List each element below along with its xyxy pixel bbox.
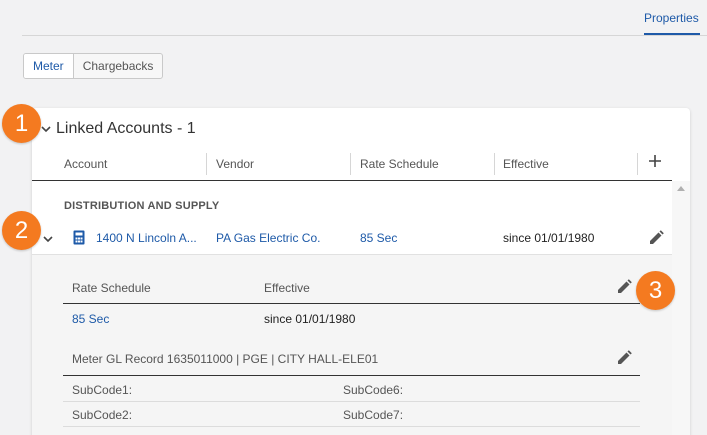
vertical-scrollbar[interactable] [672,181,690,435]
rate-schedule-link[interactable]: 85 Sec [360,231,397,245]
chevron-down-icon[interactable] [42,233,54,245]
pencil-icon[interactable] [648,230,664,246]
subcode-row-divider [63,426,640,427]
top-tab-bar: Properties [0,0,707,36]
column-separator [206,153,207,175]
column-header-rate-schedule[interactable]: Rate Schedule [360,153,439,181]
step-badge-2: 2 [2,211,41,250]
table-row[interactable]: 1400 N Lincoln A... PA Gas Electric Co. … [32,221,672,255]
subcode6-label: SubCode6: [343,383,404,397]
column-header-effective[interactable]: Effective [503,153,549,181]
detail-rate-schedule-link[interactable]: 85 Sec [72,312,109,326]
subcode2-label: SubCode2: [72,408,133,422]
pencil-icon[interactable] [616,279,632,295]
column-separator [637,153,638,175]
tab-properties[interactable]: Properties [644,11,699,25]
detail-effective-value: since 01/01/1980 [264,312,356,326]
gl-record-title: Meter GL Record 1635011000 | PGE | CITY … [72,352,379,366]
meter-segment-button[interactable]: Meter [24,54,74,78]
calculator-icon [73,230,85,245]
step-badge-1: 1 [2,104,41,143]
scroll-up-icon[interactable] [677,186,685,191]
chevron-down-icon[interactable] [39,122,53,136]
account-link[interactable]: 1400 N Lincoln A... [96,231,197,245]
group-label: DISTRIBUTION AND SUPPLY [64,200,220,212]
column-header-vendor[interactable]: Vendor [216,153,254,181]
tab-bar-divider [22,35,707,36]
tab-active-indicator [644,33,700,35]
card-title: Linked Accounts - 1 [56,120,196,137]
subcode7-label: SubCode7: [343,408,404,422]
plus-icon[interactable] [648,154,662,168]
detail-header-rate-schedule: Rate Schedule [72,281,151,295]
pencil-icon[interactable] [616,350,632,366]
step-badge-3: 3 [636,271,675,310]
column-separator [350,153,351,175]
effective-value: since 01/01/1980 [503,231,595,245]
linked-accounts-card: Linked Accounts - 1 Account Vendor Rate … [32,108,690,435]
detail-header-effective: Effective [264,281,310,295]
view-segmented-control: Meter Chargebacks [23,53,164,79]
column-separator [494,153,495,175]
subcode-row-divider [63,401,640,402]
header-divider [32,180,672,181]
column-header-account[interactable]: Account [64,153,107,181]
subcode1-label: SubCode1: [72,383,133,397]
gl-record-divider [63,375,640,376]
detail-header-divider [63,303,640,304]
chargebacks-segment-button[interactable]: Chargebacks [74,54,163,78]
account-detail-panel: Rate Schedule Effective 85 Sec since 01/… [32,255,672,435]
vendor-link[interactable]: PA Gas Electric Co. [216,231,320,245]
